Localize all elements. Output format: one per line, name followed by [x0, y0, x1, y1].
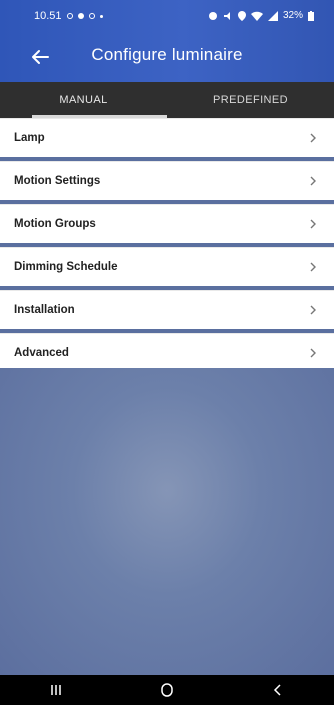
chevron-right-icon — [310, 219, 316, 229]
menu-item-label: Advanced — [14, 347, 69, 359]
menu-item-advanced[interactable]: Advanced — [0, 333, 334, 372]
chevron-right-icon — [310, 176, 316, 186]
menu-item-installation[interactable]: Installation — [0, 290, 334, 329]
menu-item-label: Installation — [14, 304, 75, 316]
page-title: Configure luminaire — [91, 45, 243, 64]
config-menu: Lamp Motion Settings Motion Groups Dimmi… — [0, 118, 334, 376]
status-bar: 10.51 32% — [0, 0, 334, 30]
chevron-right-icon — [310, 348, 316, 358]
tab-predefined[interactable]: PREDEFINED — [167, 82, 334, 118]
circle-notification-icon — [88, 13, 95, 19]
battery-percent: 32% — [282, 10, 303, 21]
battery-icon — [308, 10, 314, 21]
menu-item-lamp[interactable]: Lamp — [0, 118, 334, 157]
empty-area — [0, 368, 334, 675]
location-icon — [237, 10, 246, 21]
menu-item-label: Dimming Schedule — [14, 261, 118, 273]
menu-item-label: Lamp — [14, 132, 45, 144]
recents-icon[interactable] — [40, 680, 72, 700]
nav-back-icon[interactable] — [262, 680, 294, 700]
menu-item-label: Motion Groups — [14, 218, 96, 230]
chevron-right-icon — [310, 133, 316, 143]
signal-icon — [267, 10, 278, 21]
menu-item-dimming-schedule[interactable]: Dimming Schedule — [0, 247, 334, 286]
tab-bar: MANUAL PREDEFINED — [0, 82, 334, 118]
screen: 10.51 32% Configure luminaire MANUAL PRE… — [0, 0, 334, 705]
more-notifications-icon — [99, 14, 103, 18]
app-bar: Configure luminaire — [0, 30, 334, 82]
top-header: 10.51 32% Configure luminaire — [0, 0, 334, 82]
wifi-icon — [250, 11, 263, 21]
menu-item-motion-groups[interactable]: Motion Groups — [0, 204, 334, 243]
notification-icon — [66, 13, 73, 19]
tab-manual[interactable]: MANUAL — [0, 82, 167, 118]
menu-item-label: Motion Settings — [14, 175, 101, 187]
menu-item-motion-settings[interactable]: Motion Settings — [0, 161, 334, 200]
alarm-icon — [208, 11, 217, 20]
status-left: 10.51 — [34, 10, 103, 22]
status-right: 32% — [208, 10, 314, 21]
mute-icon — [223, 11, 230, 20]
status-time: 10.51 — [34, 10, 62, 22]
chevron-right-icon — [310, 305, 316, 315]
home-icon[interactable] — [151, 680, 183, 700]
chevron-right-icon — [310, 262, 316, 272]
cloud-icon — [77, 13, 84, 19]
system-nav-bar — [0, 675, 334, 705]
